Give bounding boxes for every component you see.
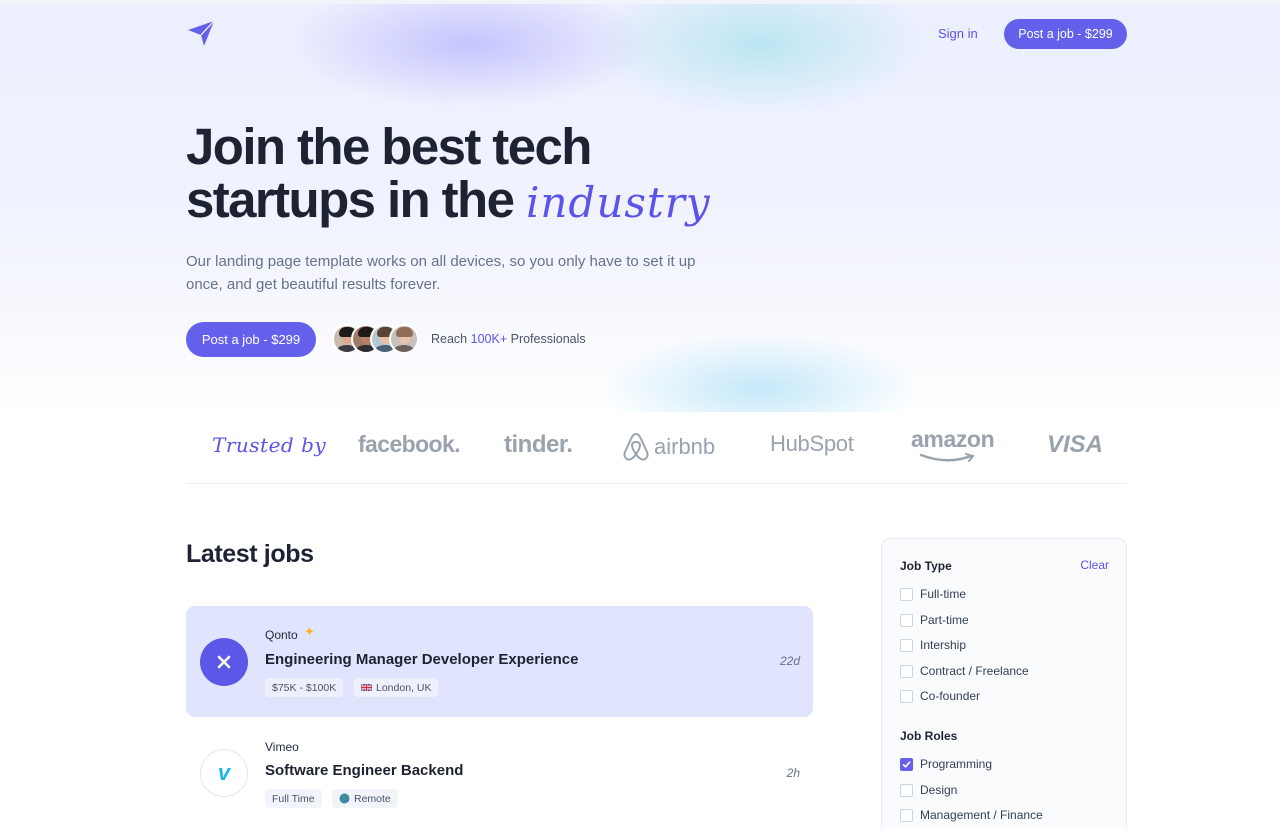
filter-option-programming[interactable]: Programming xyxy=(900,757,992,771)
filter-option-label: Management / Finance xyxy=(920,808,1043,822)
amazon-smile-icon xyxy=(919,453,975,462)
filter-option-full-time[interactable]: Full-time xyxy=(900,587,966,601)
uk-flag-icon xyxy=(361,684,372,691)
qonto-logo-icon xyxy=(200,638,248,686)
reach-prefix: Reach xyxy=(431,332,468,346)
hero-title-line2: startups in the xyxy=(186,171,515,228)
filter-option-label: Contract / Freelance xyxy=(920,664,1029,678)
filter-option-label: Design xyxy=(920,783,958,797)
paper-plane-logo-icon[interactable] xyxy=(186,18,216,48)
clear-filters-link[interactable]: Clear xyxy=(1080,558,1109,572)
location-tag: London, UK xyxy=(354,678,439,697)
job-title[interactable]: Software Engineer Backend xyxy=(265,762,463,779)
filter-option-contract[interactable]: Contract / Freelance xyxy=(900,664,1029,678)
vimeo-logo-icon: v xyxy=(200,749,248,797)
latest-jobs-title: Latest jobs xyxy=(186,540,314,568)
sparkle-icon: ✦ xyxy=(304,624,315,639)
job-title[interactable]: Engineering Manager Developer Experience xyxy=(265,651,578,668)
job-type-heading: Job Type xyxy=(900,559,952,573)
filter-option-management-finance[interactable]: Management / Finance xyxy=(900,808,1043,822)
checkbox[interactable] xyxy=(900,689,913,703)
job-card[interactable]: v Vimeo Software Engineer Backend Full T… xyxy=(186,717,813,828)
avatar xyxy=(389,324,419,354)
salary-tag-label: $75K - $100K xyxy=(272,681,337,694)
trusted-by-label: Trusted by xyxy=(212,433,327,457)
company-name: Qonto xyxy=(265,628,298,642)
hero-title-script: industry xyxy=(525,178,711,227)
job-age: 2h xyxy=(786,766,800,780)
filter-option-internship[interactable]: Intership xyxy=(900,638,966,652)
amazon-logo: amazon xyxy=(911,426,995,452)
tinder-logo: tinder. xyxy=(504,431,573,458)
airbnb-icon xyxy=(623,432,649,461)
hero-subtitle: Our landing page template works on all d… xyxy=(186,253,696,293)
globe-icon xyxy=(339,793,350,804)
trusted-by-row: Trusted by facebook. tinder. airbnb HubS… xyxy=(186,420,1127,484)
hero-title: Join the best tech startups in the indus… xyxy=(186,120,711,229)
filter-option-part-time[interactable]: Part-time xyxy=(900,613,969,627)
job-card[interactable]: Qonto ✦ Engineering Manager Developer Ex… xyxy=(186,606,813,717)
filter-option-design[interactable]: Design xyxy=(900,783,957,797)
checkbox[interactable] xyxy=(900,638,913,652)
airbnb-wordmark: airbnb xyxy=(654,434,716,459)
filter-option-label: Intership xyxy=(920,638,967,652)
checkbox[interactable] xyxy=(900,664,913,678)
checkbox[interactable] xyxy=(900,587,913,601)
hubspot-logo: HubSpot xyxy=(770,431,854,456)
remote-tag-label: Remote xyxy=(354,792,391,805)
post-job-button-hero[interactable]: Post a job - $299 xyxy=(186,322,316,357)
facebook-logo: facebook. xyxy=(358,431,461,457)
location-tag-label: London, UK xyxy=(376,681,432,694)
job-roles-heading: Job Roles xyxy=(900,729,958,743)
job-age: 22d xyxy=(779,654,800,668)
filter-option-label: Programming xyxy=(920,757,993,771)
reach-count: 100K+ xyxy=(470,332,508,346)
checkbox-checked[interactable] xyxy=(900,757,913,771)
filter-option-co-founder[interactable]: Co-founder xyxy=(900,689,980,703)
checkbox[interactable] xyxy=(900,783,913,797)
checkbox[interactable] xyxy=(900,613,913,627)
company-name: Vimeo xyxy=(265,740,299,754)
filter-option-label: Full-time xyxy=(920,587,967,601)
visa-logo: VISA xyxy=(1047,431,1104,458)
remote-tag: Remote xyxy=(332,789,398,808)
checkbox[interactable] xyxy=(900,808,913,822)
salary-tag: $75K - $100K xyxy=(265,678,344,697)
airbnb-logo: airbnb xyxy=(622,431,715,463)
filter-option-label: Part-time xyxy=(920,613,969,627)
post-job-button-nav[interactable]: Post a job - $299 xyxy=(1004,19,1127,49)
reach-suffix: Professionals xyxy=(510,332,586,346)
job-filter-panel: Job Type Clear Full-time Part-time Inter… xyxy=(881,538,1127,829)
sign-in-link[interactable]: Sign in xyxy=(938,26,978,41)
avatar-group xyxy=(332,324,419,354)
filter-option-label: Co-founder xyxy=(920,689,981,703)
checkmark-icon xyxy=(902,760,911,768)
top-nav: Sign in Post a job - $299 xyxy=(0,0,1280,70)
employment-type-tag-label: Full Time xyxy=(272,792,315,805)
hero-title-line1: Join the best tech xyxy=(186,118,592,175)
employment-type-tag: Full Time xyxy=(265,789,322,808)
reach-text: Reach 100K+ Professionals xyxy=(431,332,586,346)
